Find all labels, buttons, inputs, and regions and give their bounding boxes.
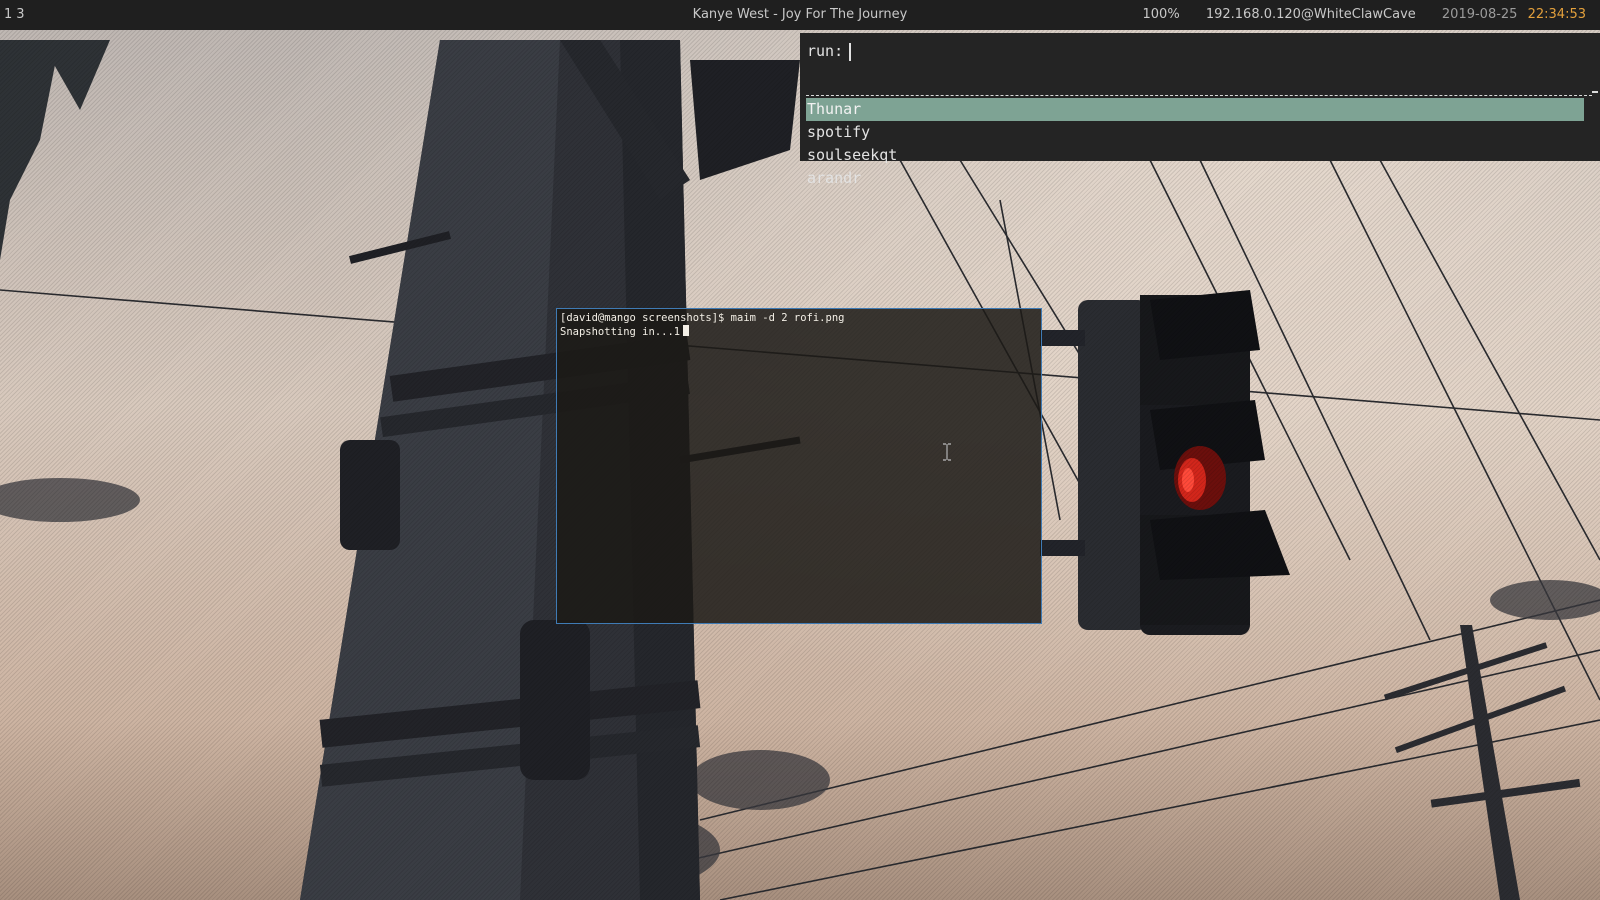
terminal-output: [david@mango screenshots]$ maim -d 2 rof… [560, 312, 844, 339]
rofi-results-list: Thunar spotify soulseekqt arandr [806, 98, 1584, 190]
network-status[interactable]: 192.168.0.120@WhiteClawCave [1206, 7, 1416, 22]
rofi-prompt-label: run: [807, 42, 844, 60]
clock-display: 22:34:53 [1527, 7, 1586, 22]
rofi-scrollbar[interactable] [1592, 91, 1598, 93]
status-area: 100% 192.168.0.120@WhiteClawCave 2019-08… [1121, 0, 1586, 30]
top-status-bar: 13 Kanye West - Joy For The Journey 100%… [0, 0, 1600, 30]
terminal-status-text: Snapshotting in...1 [560, 326, 681, 338]
terminal-cursor [683, 325, 690, 336]
text-cursor [849, 42, 852, 61]
date-display: 2019-08-25 [1441, 7, 1518, 22]
workspace-3[interactable]: 3 [16, 7, 24, 22]
terminal-window[interactable]: [david@mango screenshots]$ maim -d 2 rof… [556, 308, 1042, 624]
rofi-item-arandr[interactable]: arandr [806, 167, 1584, 190]
terminal-command-line: [david@mango screenshots]$ maim -d 2 rof… [560, 312, 845, 324]
rofi-input-row[interactable]: run: [807, 39, 852, 63]
ibeam-cursor-icon [943, 443, 951, 461]
workspace-indicator: 13 [4, 0, 29, 30]
terminal-status-line: Snapshotting in...1 [560, 325, 844, 339]
rofi-item-thunar[interactable]: Thunar [806, 98, 1584, 121]
volume-level[interactable]: 100% [1143, 7, 1180, 22]
rofi-separator [806, 95, 1592, 96]
rofi-item-soulseekqt[interactable]: soulseekqt [806, 144, 1584, 167]
rofi-launcher: run: Thunar spotify soulseekqt arandr [800, 33, 1600, 187]
workspace-1[interactable]: 1 [4, 7, 12, 22]
rofi-item-spotify[interactable]: spotify [806, 121, 1584, 144]
